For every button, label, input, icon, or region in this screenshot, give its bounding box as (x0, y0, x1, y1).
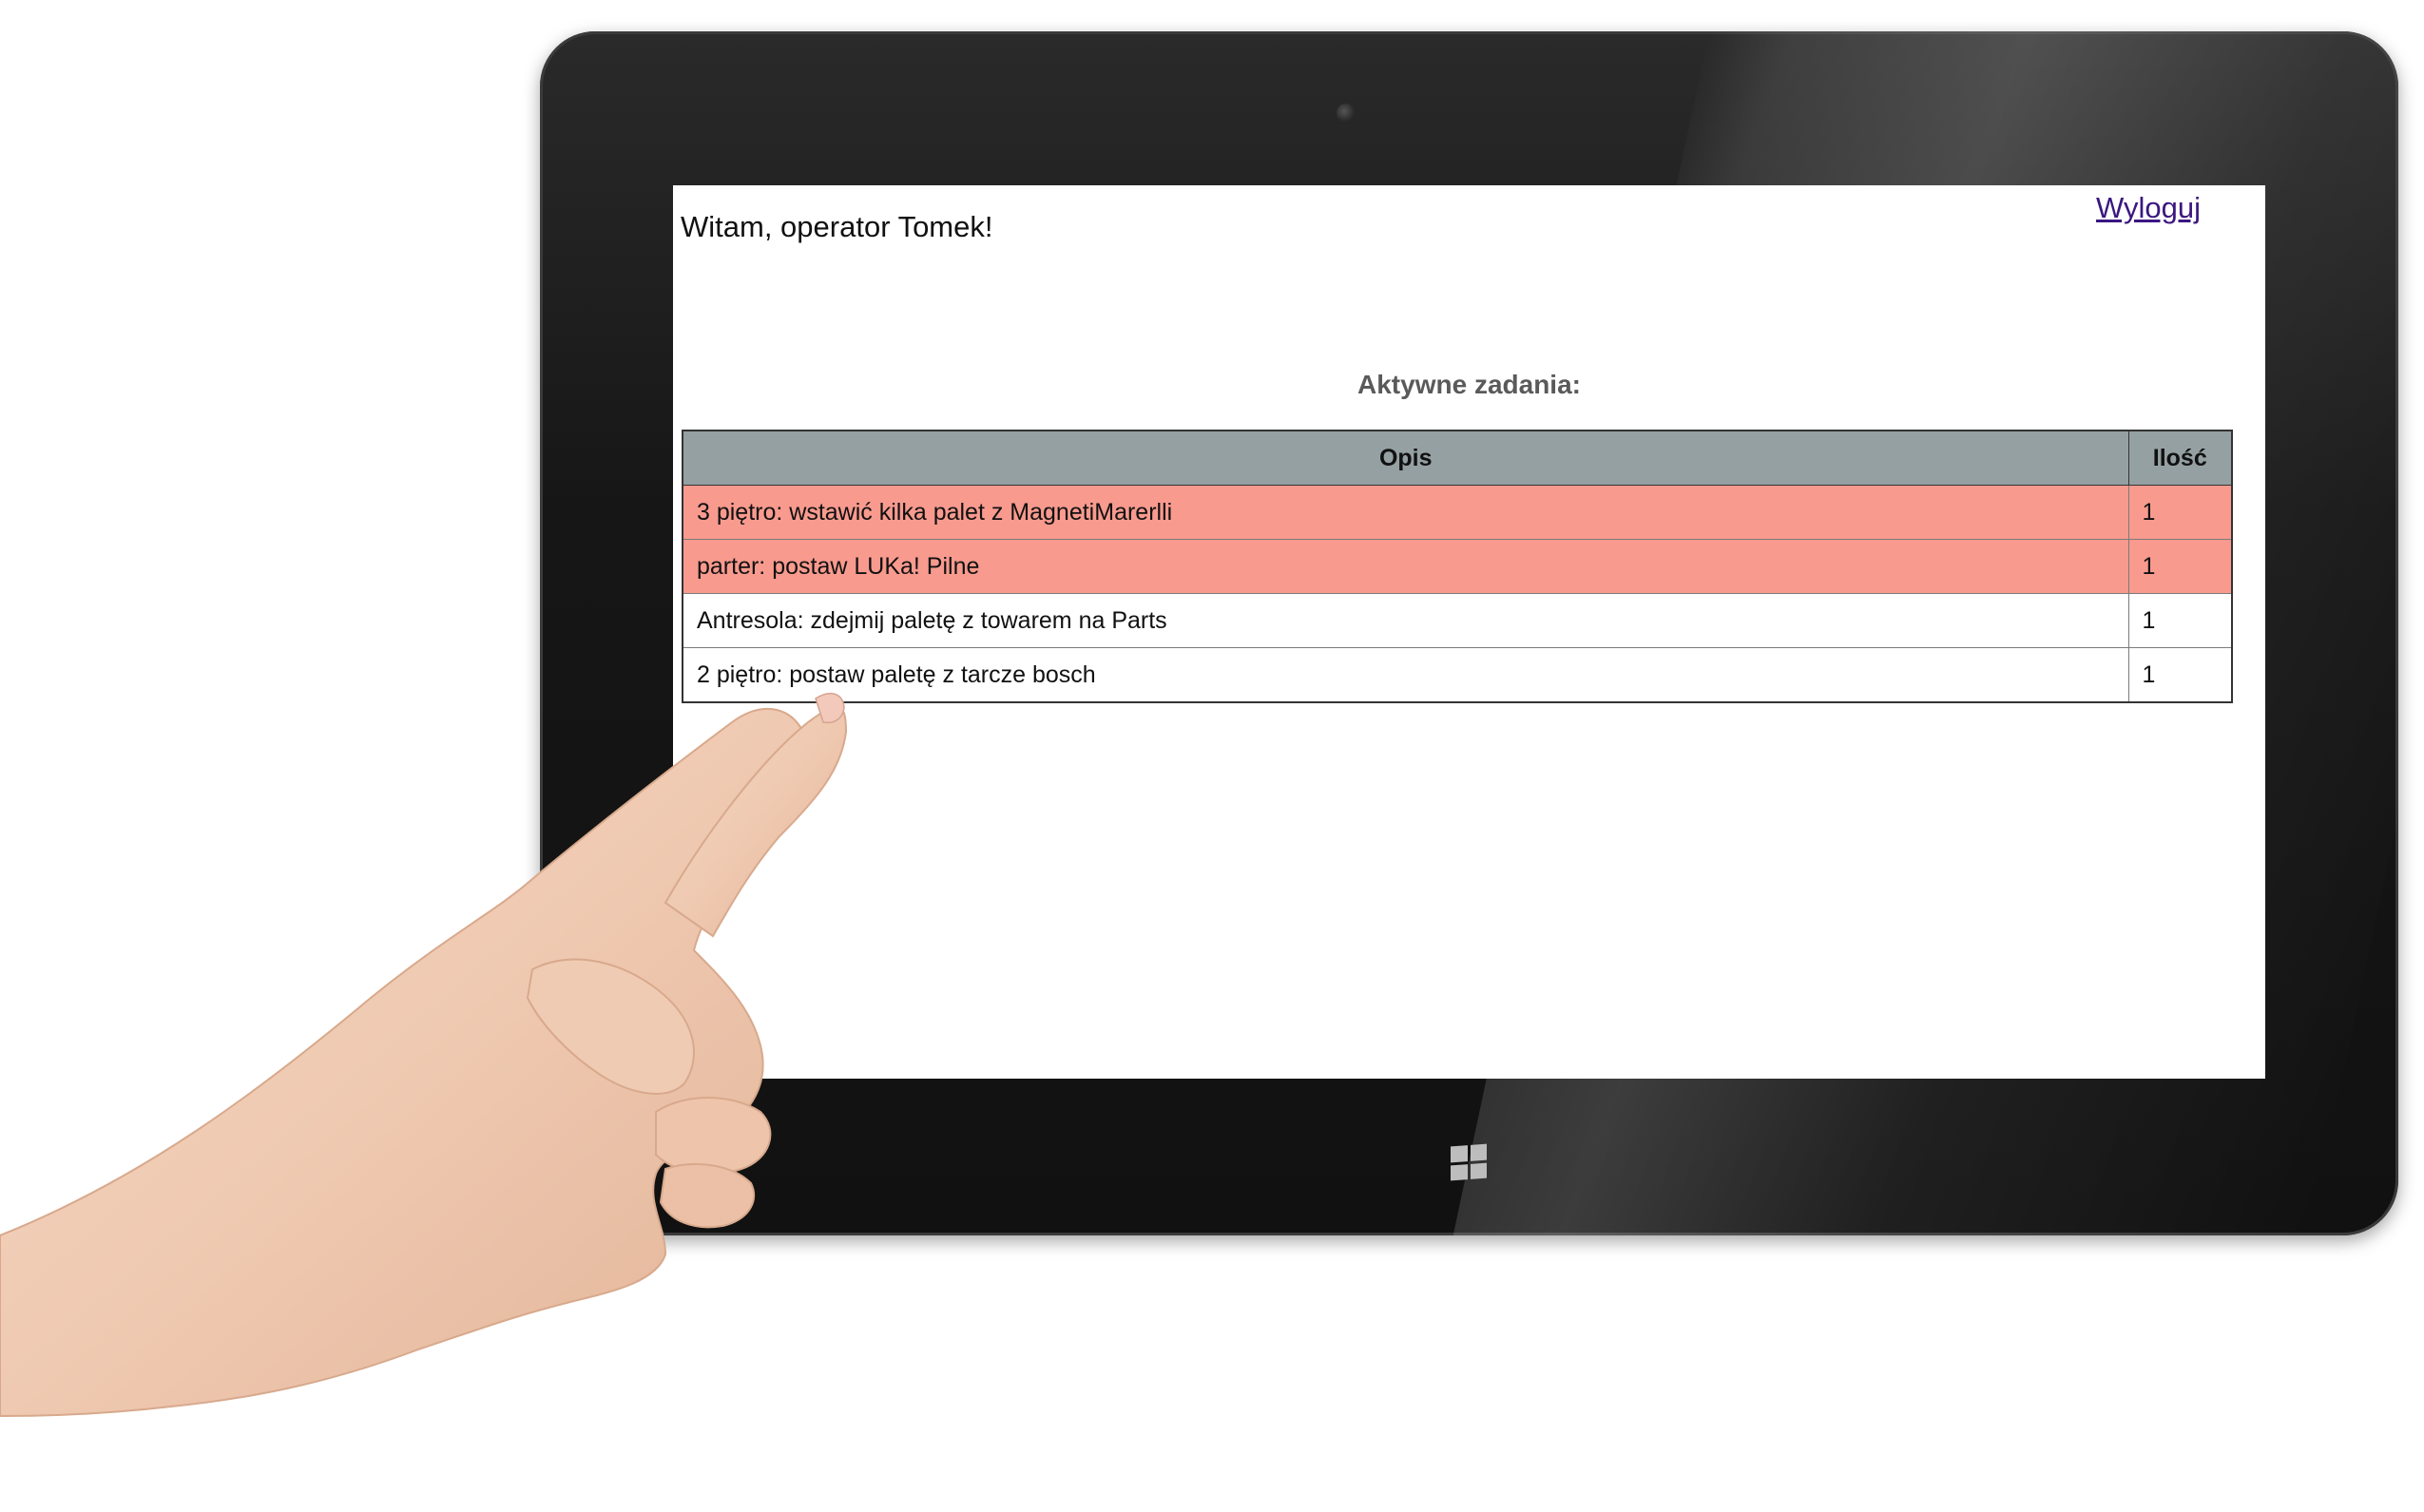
table-row[interactable]: Antresola: zdejmij paletę z towarem na P… (682, 593, 2233, 648)
logout-link[interactable]: Wyloguj (2096, 191, 2201, 225)
task-quantity[interactable]: 1 (2127, 647, 2233, 703)
greeting-text: Witam, operator Tomek! (681, 210, 993, 243)
windows-logo-icon[interactable] (1451, 1143, 1487, 1181)
table-row[interactable]: 2 piętro: postaw paletę z tarcze bosch 1 (682, 647, 2233, 703)
table-row[interactable]: 3 piętro: wstawić kilka palet z MagnetiM… (682, 485, 2233, 540)
task-description[interactable]: parter: postaw LUKa! Pilne (682, 539, 2129, 594)
task-description[interactable]: 3 piętro: wstawić kilka palet z MagnetiM… (682, 485, 2129, 540)
app-screen: Witam, operator Tomek! Wyloguj Aktywne z… (673, 185, 2265, 1079)
table-header-row: Opis Ilość (682, 430, 2233, 486)
task-description[interactable]: Antresola: zdejmij paletę z towarem na P… (682, 593, 2129, 648)
task-quantity[interactable]: 1 (2127, 485, 2233, 540)
front-camera-icon (1337, 104, 1356, 123)
section-title: Aktywne zadania: (1357, 370, 1581, 399)
column-header-quantity[interactable]: Ilość (2127, 430, 2233, 486)
task-description[interactable]: 2 piętro: postaw paletę z tarcze bosch (682, 647, 2129, 703)
task-quantity[interactable]: 1 (2127, 539, 2233, 594)
active-tasks-table: Opis Ilość 3 piętro: wstawić kilka palet… (682, 430, 2233, 703)
column-header-description[interactable]: Opis (682, 430, 2129, 486)
task-quantity[interactable]: 1 (2127, 593, 2233, 648)
table-row[interactable]: parter: postaw LUKa! Pilne 1 (682, 539, 2233, 594)
